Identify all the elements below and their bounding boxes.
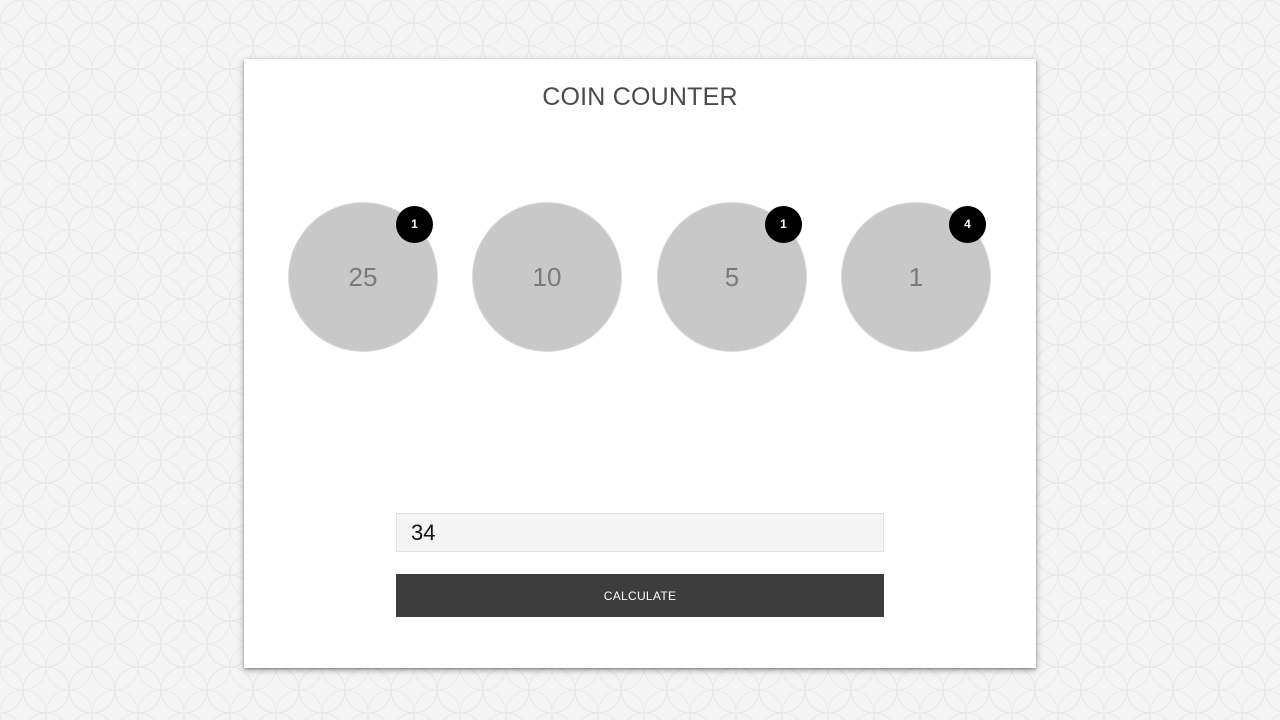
calculate-button[interactable]: CALCULATE <box>396 574 884 617</box>
page-title: COIN COUNTER <box>542 83 738 111</box>
coin-10[interactable]: 10 <box>473 203 621 351</box>
coin-25[interactable]: 25 1 <box>289 203 437 351</box>
coin-count-badge: 4 <box>949 206 986 243</box>
coin-5[interactable]: 5 1 <box>658 203 806 351</box>
coin-counter-card: COIN COUNTER 25 1 10 5 1 1 4 CALCULATE <box>244 59 1036 668</box>
amount-input[interactable] <box>396 513 884 552</box>
coin-1[interactable]: 1 4 <box>842 203 990 351</box>
coin-count-badge: 1 <box>765 206 802 243</box>
coin-value-label: 10 <box>532 262 562 292</box>
coin-count-badge: 1 <box>396 206 433 243</box>
